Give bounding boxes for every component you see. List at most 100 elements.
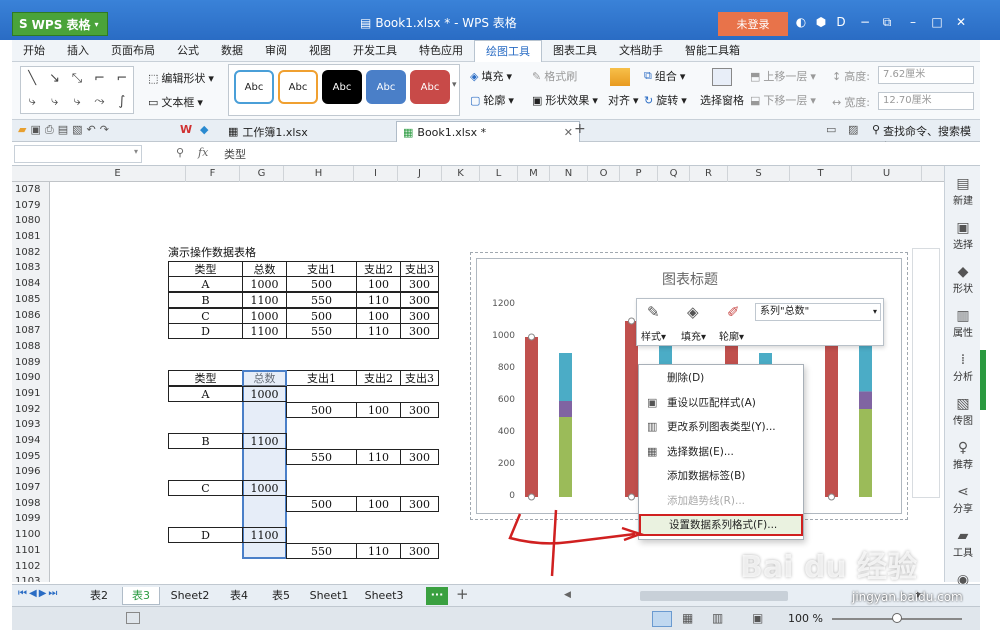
table2-expense2-cell[interactable]: 110 (356, 543, 401, 560)
rotate-button[interactable]: ↻ 旋转 ▾ (644, 92, 687, 108)
row-header-1099[interactable]: 1099 (12, 511, 49, 527)
sidebar-toggle[interactable] (980, 350, 986, 410)
row-header-1095[interactable]: 1095 (12, 449, 49, 465)
zoom-slider-handle[interactable] (892, 613, 902, 623)
elbow-arrow-icon[interactable]: ⌐ (111, 71, 133, 86)
fill-button[interactable]: 填充▾ (681, 328, 706, 343)
row-header-1084[interactable]: 1084 (12, 276, 49, 292)
context-menu-item-4[interactable]: 添加数据标签(B) (639, 465, 803, 487)
column-header-S[interactable]: S (728, 166, 790, 182)
sheet-tab-0[interactable]: 表2 (80, 587, 118, 605)
settings-icon[interactable]: ⬢ (814, 15, 828, 29)
table2-expense2-cell[interactable]: 100 (356, 496, 401, 512)
tab-workbook1[interactable]: ▦ 工作簿1.xlsx (222, 121, 314, 142)
menu-item-1[interactable]: 插入 (56, 40, 100, 62)
table1-header-cell[interactable]: 支出1 (286, 260, 357, 277)
sidebar-item-4[interactable]: ⁞ 分析 (945, 352, 981, 383)
menu-item-7[interactable]: 开发工具 (342, 40, 408, 62)
column-header-R[interactable]: R (690, 166, 728, 182)
table2-expense2-cell[interactable]: 100 (356, 401, 401, 418)
sheet-nav-arrows[interactable]: ⏮◀▶⏭ (18, 588, 59, 599)
table2-expense2-cell[interactable]: 110 (356, 448, 401, 465)
table2-expense3-cell[interactable]: 300 (400, 543, 439, 560)
sheet-tab-3[interactable]: 表4 (220, 587, 258, 605)
table1-cell[interactable]: 550 (286, 323, 357, 340)
tab-book1[interactable]: ▦ Book1.xlsx * ✕ (396, 121, 580, 142)
bar-支出3[interactable] (559, 353, 572, 401)
function-icon[interactable]: fx (198, 146, 208, 159)
context-menu-item-6[interactable]: 设置数据系列格式(F)... (639, 514, 803, 536)
page-layout-icon[interactable]: ▦ (682, 611, 693, 625)
context-menu-item-3[interactable]: ▦ 选择数据(E)... (639, 441, 803, 463)
help-icon[interactable]: D (834, 15, 848, 29)
table1-cell[interactable]: 550 (286, 291, 357, 308)
table2-expense1-cell[interactable]: 550 (286, 543, 357, 560)
row-header-1103[interactable]: 1103 (12, 574, 49, 582)
login-button[interactable]: 未登录 (718, 12, 788, 36)
sidebar-item-0[interactable]: ▤ 新建 (945, 176, 981, 207)
row-header-1097[interactable]: 1097 (12, 480, 49, 496)
row-header-1098[interactable]: 1098 (12, 496, 49, 512)
column-header-O[interactable]: O (588, 166, 620, 182)
minimize-icon[interactable]: − (858, 15, 872, 29)
menu-item-2[interactable]: 页面布局 (100, 40, 166, 62)
bring-forward-button[interactable]: ⬒ 上移一层 ▾ (750, 68, 816, 84)
menu-item-4[interactable]: 数据 (210, 40, 254, 62)
column-header-I[interactable]: I (354, 166, 398, 182)
table2-header-cell[interactable]: 支出1 (286, 370, 357, 387)
bar-selection-handle[interactable] (528, 333, 535, 341)
table2-expense3-cell[interactable]: 300 (400, 496, 439, 512)
table2-expense3-cell[interactable]: 300 (400, 448, 439, 465)
name-box[interactable]: ▾ (14, 145, 142, 163)
sheet-tab-1[interactable]: 表3 (122, 587, 160, 605)
format-brush-button[interactable]: ✎ 格式刷 (532, 68, 577, 84)
bar-total[interactable] (625, 321, 638, 497)
align-button[interactable]: 对齐 ▾ (608, 92, 639, 108)
table1-cell[interactable]: 500 (286, 307, 357, 324)
outline-button[interactable]: 轮廓▾ (719, 328, 744, 343)
skin2-icon[interactable]: ▨ (848, 123, 858, 136)
column-header-U[interactable]: U (852, 166, 922, 182)
menu-item-5[interactable]: 审阅 (254, 40, 298, 62)
menu-item-8[interactable]: 特色应用 (408, 40, 474, 62)
scroll-left-icon[interactable]: ◀ (564, 590, 576, 602)
menu-item-9[interactable]: 绘图工具 (474, 40, 542, 62)
table1-cell[interactable]: B (168, 291, 243, 308)
outline-pen-icon[interactable]: ✐ (727, 303, 740, 321)
table1-cell[interactable]: A (168, 276, 243, 293)
sidebar-item-5[interactable]: ▧ 传图 (945, 396, 981, 427)
outline-button[interactable]: ▢ 轮廓 ▾ (470, 92, 514, 108)
table1-cell[interactable]: 1000 (242, 276, 287, 293)
formula-input[interactable]: 类型 (224, 146, 246, 162)
column-header-M[interactable]: M (518, 166, 550, 182)
row-header-1090[interactable]: 1090 (12, 370, 49, 386)
row-header-1085[interactable]: 1085 (12, 292, 49, 308)
bar-支出2[interactable] (559, 401, 572, 417)
page-break-icon[interactable]: ▥ (712, 611, 723, 625)
menu-item-11[interactable]: 文档助手 (608, 40, 674, 62)
table2-expense1-cell[interactable]: 500 (286, 496, 357, 512)
skin-icon[interactable]: ◐ (794, 15, 808, 29)
zoom-icon[interactable]: ⚲ (176, 146, 184, 159)
column-header-T[interactable]: T (790, 166, 852, 182)
menu-item-0[interactable]: 开始 (12, 40, 56, 62)
row-header-1082[interactable]: 1082 (12, 245, 49, 261)
curve-arrow-icon[interactable]: ⤷ (43, 94, 65, 109)
sheet-tab-6[interactable]: Sheet3 (358, 587, 410, 605)
menu-item-12[interactable]: 智能工具箱 (674, 40, 751, 62)
table2-total-cell[interactable]: 1100 (242, 433, 287, 450)
row-header-1088[interactable]: 1088 (12, 339, 49, 355)
context-menu-item-1[interactable]: ▣ 重设以匹配样式(A) (639, 392, 803, 414)
sheet-tab-4[interactable]: 表5 (262, 587, 300, 605)
context-menu-item-0[interactable]: 删除(D) (639, 367, 803, 389)
wps-w-icon[interactable]: W (180, 123, 192, 136)
bar-支出3[interactable] (859, 343, 872, 392)
curve-double-icon[interactable]: ⤷ (66, 94, 88, 109)
bar-selection-handle[interactable] (528, 493, 535, 501)
table2-type-cell[interactable]: D (168, 527, 243, 544)
preview-icon[interactable]: ▧ (72, 123, 86, 136)
menu-item-6[interactable]: 视图 (298, 40, 342, 62)
bar-支出1[interactable] (559, 417, 572, 497)
table2-total-cell[interactable]: 1000 (242, 480, 287, 497)
bar-支出2[interactable] (859, 391, 872, 409)
